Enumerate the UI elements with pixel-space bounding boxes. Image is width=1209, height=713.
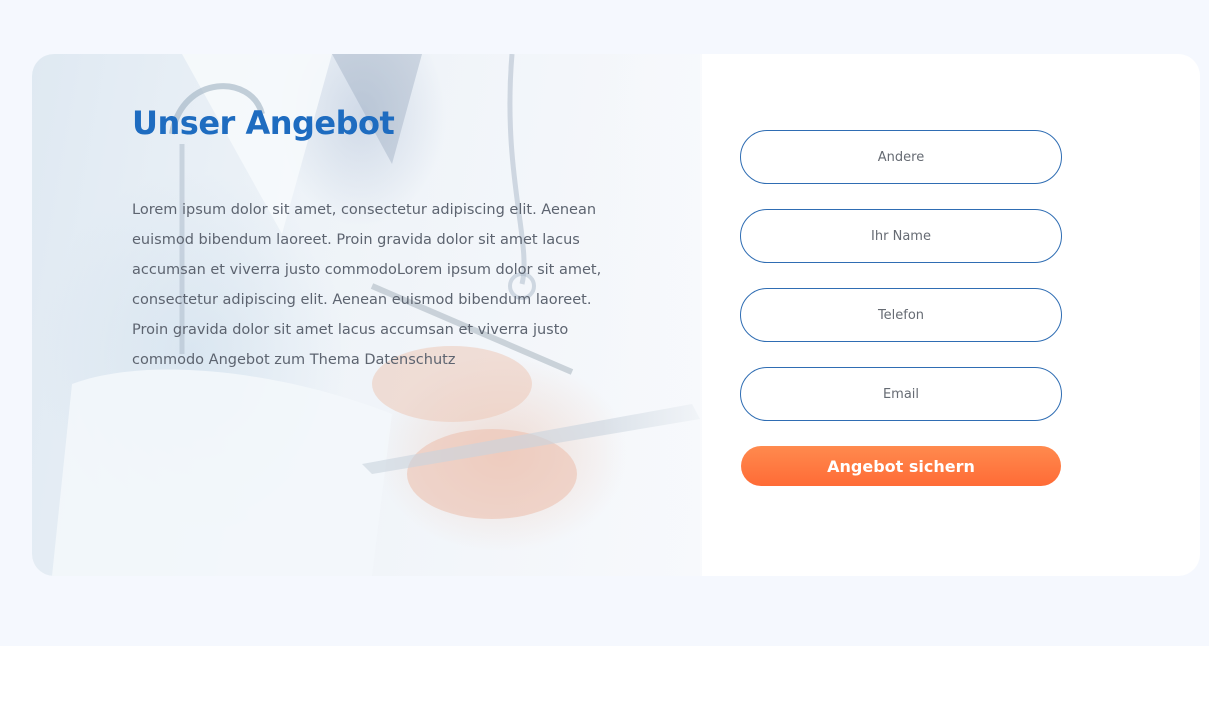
- phone-input[interactable]: [740, 288, 1062, 342]
- offer-title: Unser Angebot: [132, 104, 395, 142]
- email-input[interactable]: [740, 367, 1062, 421]
- other-input[interactable]: [740, 130, 1062, 184]
- name-input[interactable]: [740, 209, 1062, 263]
- offer-card: Unser Angebot Lorem ipsum dolor sit amet…: [32, 54, 1200, 576]
- offer-section: Unser Angebot Lorem ipsum dolor sit amet…: [0, 0, 1209, 646]
- offer-form: Angebot sichern: [740, 130, 1062, 486]
- offer-description: Lorem ipsum dolor sit amet, consectetur …: [132, 202, 602, 368]
- image-fade-overlay: [602, 54, 702, 576]
- submit-offer-button[interactable]: Angebot sichern: [741, 446, 1061, 486]
